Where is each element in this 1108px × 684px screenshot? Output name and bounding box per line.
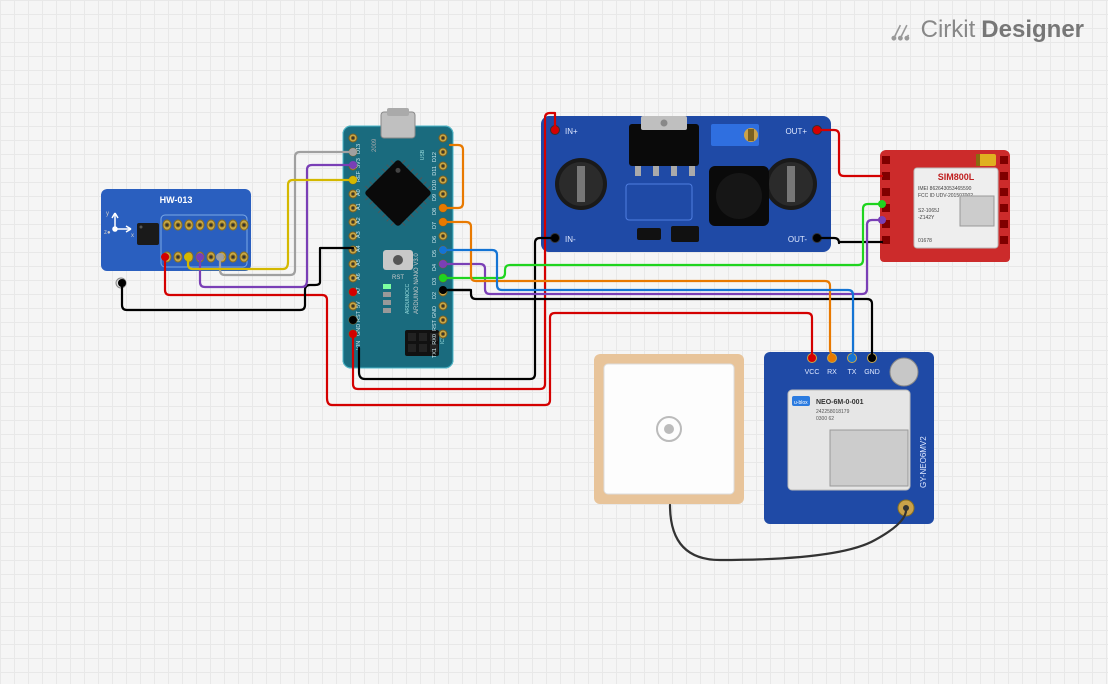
svg-text:u-blox: u-blox bbox=[794, 400, 808, 406]
svg-text:D9: D9 bbox=[432, 194, 438, 201]
svg-text:GND: GND bbox=[432, 306, 438, 318]
svg-text:RST: RST bbox=[356, 310, 362, 322]
svg-text:VIN: VIN bbox=[356, 341, 362, 350]
svg-text:01678: 01678 bbox=[918, 238, 932, 244]
nano-right-pins[interactable] bbox=[439, 134, 447, 338]
component-sim800l[interactable]: SIM800L IMEI 862643053465590 FCC ID UDV-… bbox=[880, 150, 1010, 270]
svg-text:A4: A4 bbox=[356, 245, 362, 252]
nano-silk-cc: ARDUINOCC bbox=[405, 283, 411, 314]
design-canvas[interactable]: Cirkit Designer HW-013 y x z● bbox=[0, 0, 1108, 684]
svg-text:D12: D12 bbox=[432, 152, 438, 162]
svg-text:D10: D10 bbox=[432, 180, 438, 190]
svg-text:RX: RX bbox=[827, 369, 837, 376]
svg-text:NEO-6M-0-001: NEO-6M-0-001 bbox=[816, 399, 864, 406]
svg-text:VCC: VCC bbox=[805, 369, 820, 376]
accel-label: HW-013 bbox=[160, 195, 193, 205]
svg-text:OUT+: OUT+ bbox=[785, 127, 807, 136]
svg-text:D6: D6 bbox=[432, 236, 438, 243]
svg-text:A1: A1 bbox=[356, 203, 362, 210]
svg-text:D13: D13 bbox=[356, 144, 362, 154]
component-accelerometer[interactable]: HW-013 y x z● bbox=[101, 189, 256, 304]
component-gps-antenna[interactable] bbox=[594, 354, 754, 514]
brand-text-2: Designer bbox=[981, 16, 1084, 44]
svg-text:S2-1065J: S2-1065J bbox=[918, 208, 940, 214]
svg-text:5V: 5V bbox=[356, 301, 362, 308]
svg-text:D2: D2 bbox=[432, 292, 438, 299]
nano-title: ARDUINO NANO V3.0 bbox=[414, 253, 420, 314]
svg-text:2009: 2009 bbox=[372, 138, 378, 152]
svg-text:0300 62: 0300 62 bbox=[816, 416, 834, 422]
svg-text:IMEI 862643053465590: IMEI 862643053465590 bbox=[918, 186, 972, 192]
svg-text:USB: USB bbox=[420, 149, 426, 160]
component-arduino-nano[interactable]: RST ARDUINO NANO V3.0 ARDUINOCC 2009 USB… bbox=[323, 108, 473, 378]
svg-text:GND: GND bbox=[356, 324, 362, 336]
svg-text:OUT-: OUT- bbox=[788, 235, 807, 244]
svg-text:A3: A3 bbox=[356, 231, 362, 238]
svg-text:RST: RST bbox=[432, 319, 438, 331]
brand-text-1: Cirkit bbox=[921, 16, 976, 44]
svg-text:y: y bbox=[106, 211, 109, 217]
svg-text:RX0: RX0 bbox=[432, 334, 438, 345]
svg-text:D7: D7 bbox=[432, 222, 438, 229]
component-buck-converter[interactable]: IN+ IN- OUT+ OUT- bbox=[541, 116, 831, 256]
svg-text:RST: RST bbox=[392, 275, 404, 281]
svg-text:A6: A6 bbox=[356, 273, 362, 280]
svg-text:A5: A5 bbox=[356, 259, 362, 266]
svg-text:242258018179: 242258018179 bbox=[816, 409, 850, 415]
svg-text:A0: A0 bbox=[356, 189, 362, 196]
component-gps-neo6m[interactable]: VCC RX TX GND u-blox NEO-6M-0-001 242258… bbox=[764, 338, 944, 538]
svg-text:z●: z● bbox=[104, 230, 111, 236]
svg-text:D5: D5 bbox=[432, 250, 438, 257]
sim800l-title: SIM800L bbox=[938, 172, 975, 182]
svg-text:GND: GND bbox=[864, 369, 880, 376]
svg-text:D3: D3 bbox=[432, 278, 438, 285]
svg-text:A2: A2 bbox=[356, 217, 362, 224]
svg-text:TX: TX bbox=[848, 369, 857, 376]
svg-text:D8: D8 bbox=[432, 208, 438, 215]
svg-text:A7: A7 bbox=[356, 287, 362, 294]
brand-icon bbox=[889, 17, 915, 43]
gps-title: GY-NEO6MV2 bbox=[919, 436, 928, 488]
svg-text:REF: REF bbox=[356, 170, 362, 182]
svg-text:IN-: IN- bbox=[565, 235, 576, 244]
svg-text:TX1: TX1 bbox=[432, 348, 438, 358]
svg-text:3V3: 3V3 bbox=[356, 158, 362, 168]
svg-text:D11: D11 bbox=[432, 166, 438, 176]
svg-text:-Z142Y: -Z142Y bbox=[918, 215, 935, 221]
svg-text:x: x bbox=[131, 233, 134, 239]
svg-text:IN+: IN+ bbox=[565, 127, 578, 136]
brand-logo: Cirkit Designer bbox=[889, 16, 1084, 44]
svg-text:D4: D4 bbox=[432, 264, 438, 271]
